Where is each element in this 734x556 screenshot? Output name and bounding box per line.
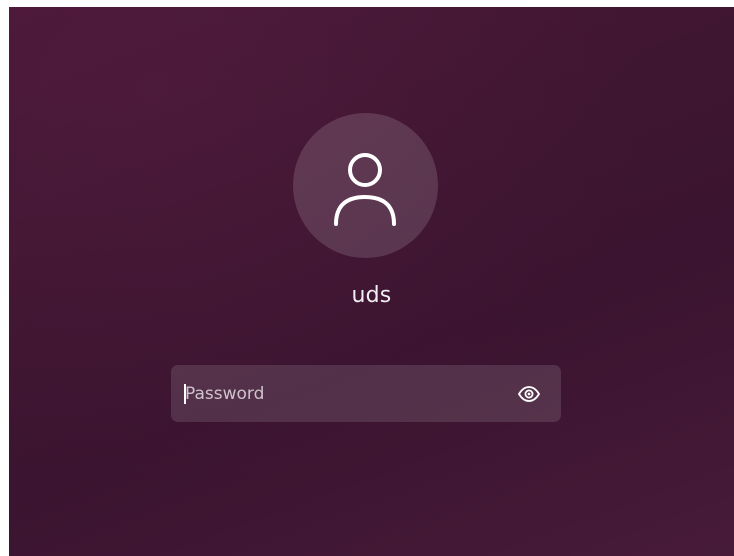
eye-icon xyxy=(518,386,540,402)
username: uds xyxy=(351,283,392,308)
avatar xyxy=(293,113,438,258)
password-input[interactable] xyxy=(181,365,505,422)
password-field[interactable] xyxy=(171,365,561,422)
lock-screen: uds xyxy=(9,7,734,556)
user-icon xyxy=(334,153,396,226)
text-caret xyxy=(184,384,186,404)
show-password-button[interactable] xyxy=(515,380,543,408)
